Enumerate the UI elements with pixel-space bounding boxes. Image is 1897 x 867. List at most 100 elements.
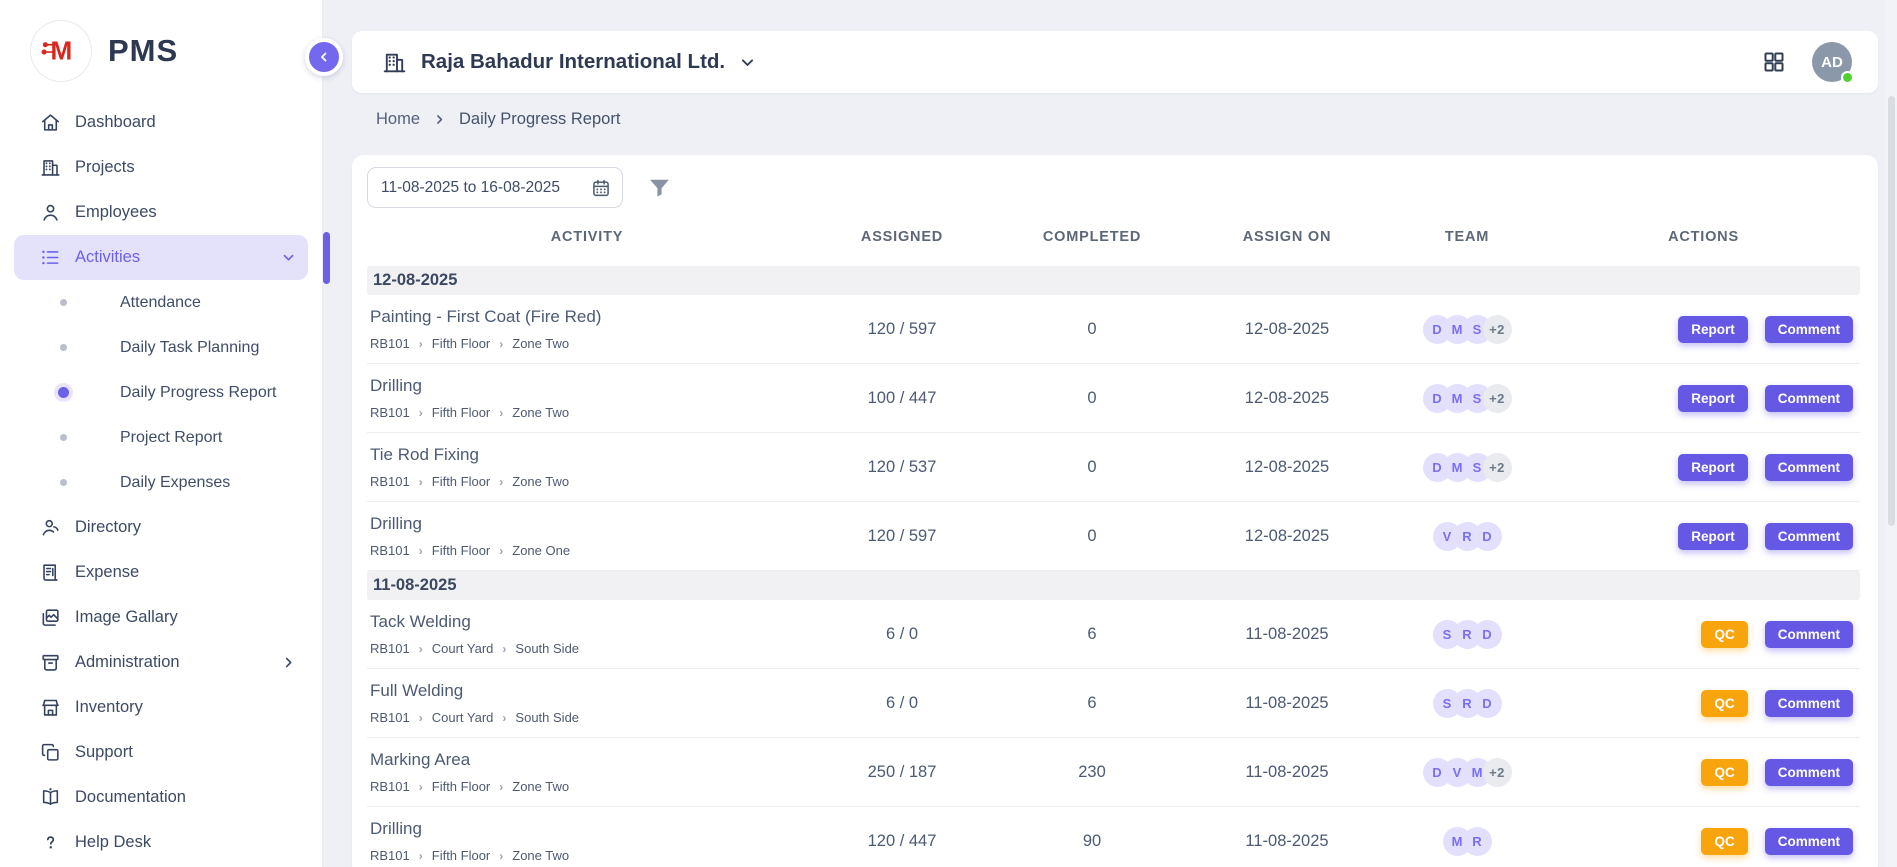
team-avatar[interactable]: D xyxy=(1473,689,1502,718)
sidebar-item-documentation[interactable]: Documentation xyxy=(14,775,308,820)
qc-button[interactable]: QC xyxy=(1701,759,1747,786)
team-more-badge[interactable]: +2 xyxy=(1483,758,1512,787)
comment-button[interactable]: Comment xyxy=(1765,759,1853,786)
chevron-right-icon: › xyxy=(419,338,423,350)
completed-value: 0 xyxy=(997,389,1187,408)
assign-on-value: 11-08-2025 xyxy=(1187,763,1387,782)
apps-grid-icon[interactable] xyxy=(1762,50,1786,74)
chevron-right-icon: › xyxy=(499,476,503,488)
image-icon xyxy=(40,607,61,628)
team-more-badge[interactable]: +2 xyxy=(1483,453,1512,482)
question-icon xyxy=(40,832,61,853)
column-header-activity: ACTIVITY xyxy=(367,229,807,245)
sidebar-item-dashboard[interactable]: Dashboard xyxy=(14,100,308,145)
scrollbar-thumb[interactable] xyxy=(1888,96,1895,526)
scrollbar[interactable] xyxy=(1886,0,1897,867)
sidebar-item-administration[interactable]: Administration xyxy=(14,640,308,685)
sidebar-item-support[interactable]: Support xyxy=(14,730,308,775)
home-icon xyxy=(40,112,61,133)
team-avatar[interactable]: R xyxy=(1463,827,1492,856)
main-area: Raja Bahadur International Ltd. AD Home … xyxy=(324,0,1897,867)
path-segment: RB101 xyxy=(370,405,410,420)
sidebar-item-label: Administration xyxy=(75,653,180,672)
sidebar-item-label: Inventory xyxy=(75,698,143,717)
comment-button[interactable]: Comment xyxy=(1765,828,1853,855)
qc-button[interactable]: QC xyxy=(1701,828,1747,855)
sidebar-item-directory[interactable]: Directory xyxy=(14,505,308,550)
report-button[interactable]: Report xyxy=(1678,316,1748,343)
qc-button[interactable]: QC xyxy=(1701,690,1747,717)
comment-button[interactable]: Comment xyxy=(1765,523,1853,550)
filter-icon[interactable] xyxy=(647,175,672,200)
path-segment: Zone One xyxy=(512,543,570,558)
sidebar-item-projects[interactable]: Projects xyxy=(14,145,308,190)
column-header-assigned: ASSIGNED xyxy=(807,229,997,245)
assign-on-value: 12-08-2025 xyxy=(1187,527,1387,546)
team-avatar[interactable]: D xyxy=(1473,620,1502,649)
sidebar-subitem-project-report[interactable]: Project Report xyxy=(14,415,308,460)
path-segment: Zone Two xyxy=(512,848,569,863)
path-segment: Zone Two xyxy=(512,405,569,420)
team-avatar[interactable]: D xyxy=(1473,522,1502,551)
assign-on-value: 12-08-2025 xyxy=(1187,389,1387,408)
sidebar-subitem-label: Daily Expenses xyxy=(120,474,230,492)
activity-path: RB101›Fifth Floor›Zone Two xyxy=(370,474,807,489)
path-segment: Fifth Floor xyxy=(432,474,491,489)
company-name: Raja Bahadur International Ltd. xyxy=(421,50,725,74)
comment-button[interactable]: Comment xyxy=(1765,385,1853,412)
user-avatar[interactable]: AD xyxy=(1812,42,1852,82)
path-segment: RB101 xyxy=(370,543,410,558)
sidebar-item-help-desk[interactable]: Help Desk xyxy=(14,820,308,865)
logo-m-icon: M xyxy=(30,20,92,82)
sidebar-item-expense[interactable]: Expense xyxy=(14,550,308,595)
sidebar-item-employees[interactable]: Employees xyxy=(14,190,308,235)
date-range-value: 11-08-2025 to 16-08-2025 xyxy=(381,179,560,197)
report-button[interactable]: Report xyxy=(1678,454,1748,481)
report-button[interactable]: Report xyxy=(1678,385,1748,412)
report-button[interactable]: Report xyxy=(1678,523,1748,550)
sidebar-subitem-daily-expenses[interactable]: Daily Expenses xyxy=(14,460,308,505)
path-segment: South Side xyxy=(515,710,579,725)
sidebar-subitem-daily-task-planning[interactable]: Daily Task Planning xyxy=(14,325,308,370)
path-segment: Fifth Floor xyxy=(432,848,491,863)
comment-button[interactable]: Comment xyxy=(1765,621,1853,648)
date-range-input[interactable]: 11-08-2025 to 16-08-2025 xyxy=(367,167,623,208)
path-segment: Fifth Floor xyxy=(432,779,491,794)
path-segment: RB101 xyxy=(370,779,410,794)
team-more-badge[interactable]: +2 xyxy=(1483,384,1512,413)
sidebar-item-image-gallary[interactable]: Image Gallary xyxy=(14,595,308,640)
sidebar-item-activities[interactable]: Activities xyxy=(14,235,308,280)
table-row: DrillingRB101›Fifth Floor›Zone One120 / … xyxy=(367,502,1860,571)
sidebar-item-inventory[interactable]: Inventory xyxy=(14,685,308,730)
company-selector[interactable]: Raja Bahadur International Ltd. xyxy=(382,50,756,75)
sidebar-collapse-button[interactable] xyxy=(305,38,343,76)
app-logo[interactable]: M PMS xyxy=(0,0,322,94)
path-segment: Fifth Floor xyxy=(432,543,491,558)
comment-button[interactable]: Comment xyxy=(1765,316,1853,343)
team-more-badge[interactable]: +2 xyxy=(1483,315,1512,344)
chevron-right-icon: › xyxy=(419,407,423,419)
completed-value: 6 xyxy=(997,625,1187,644)
path-segment: RB101 xyxy=(370,710,410,725)
sidebar-item-label: Image Gallary xyxy=(75,608,178,627)
team-avatars: DMS+2 xyxy=(1387,315,1547,344)
sidebar: M PMS DashboardProjectsEmployeesActiviti… xyxy=(0,0,323,867)
sidebar-subitem-daily-progress-report[interactable]: Daily Progress Report xyxy=(14,370,308,415)
activity-title: Marking Area xyxy=(370,750,807,770)
sidebar-item-label: Directory xyxy=(75,518,141,537)
activity-path: RB101›Fifth Floor›Zone Two xyxy=(370,336,807,351)
activity-title: Full Welding xyxy=(370,681,807,701)
chevron-down-icon xyxy=(739,54,756,71)
sidebar-subitem-attendance[interactable]: Attendance xyxy=(14,280,308,325)
activity-cell: Full Welding RB101›Court Yard›South Side xyxy=(367,681,807,725)
chevron-right-icon: › xyxy=(499,850,503,862)
assigned-value: 6 / 0 xyxy=(807,694,997,713)
comment-button[interactable]: Comment xyxy=(1765,690,1853,717)
qc-button[interactable]: QC xyxy=(1701,621,1747,648)
comment-button[interactable]: Comment xyxy=(1765,454,1853,481)
breadcrumb-home[interactable]: Home xyxy=(376,110,420,129)
completed-value: 0 xyxy=(997,320,1187,339)
completed-value: 6 xyxy=(997,694,1187,713)
chevron-right-icon xyxy=(433,113,446,126)
activity-path: RB101›Court Yard›South Side xyxy=(370,710,807,725)
